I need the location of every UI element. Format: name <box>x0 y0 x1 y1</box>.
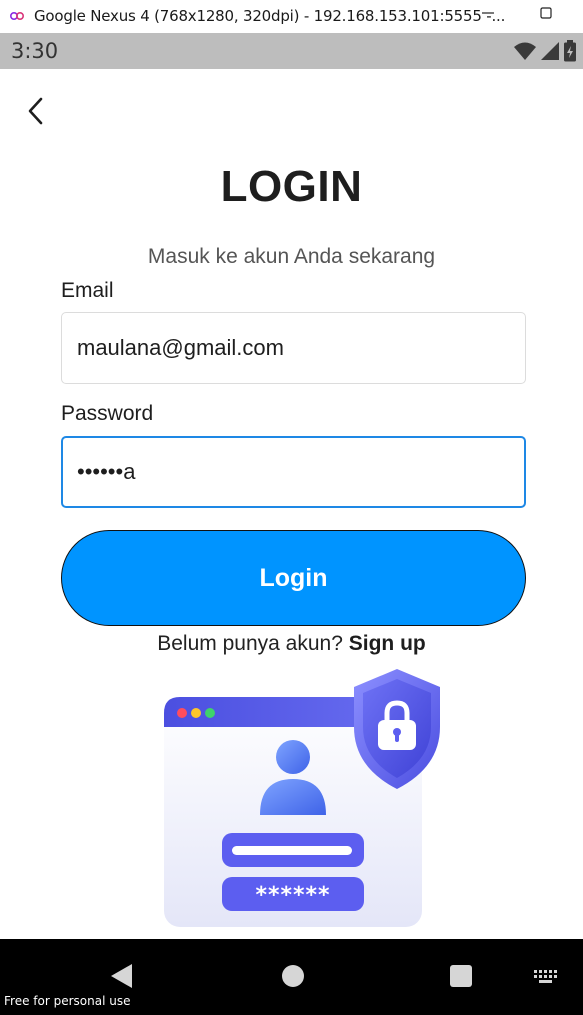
status-icons <box>513 40 577 67</box>
emulator-title-bar: Google Nexus 4 (768x1280, 320dpi) - 192.… <box>0 0 583 33</box>
email-value: maulana@gmail.com <box>77 335 284 360</box>
maximize-button[interactable] <box>528 2 564 28</box>
chevron-left-icon <box>26 97 44 130</box>
emulator-window-title: Google Nexus 4 (768x1280, 320dpi) - 192.… <box>34 7 506 25</box>
status-bar: 3:30 <box>0 33 583 69</box>
signup-link[interactable]: Sign up <box>349 632 426 655</box>
back-triangle-icon[interactable] <box>110 963 134 994</box>
login-illustration: ****** <box>160 665 450 933</box>
wifi-icon <box>513 41 537 66</box>
password-label: Password <box>61 402 154 425</box>
illustration-password-mask: ****** <box>255 883 330 908</box>
home-circle-icon[interactable] <box>282 965 304 987</box>
maximize-icon <box>539 6 553 25</box>
minimize-icon <box>481 6 495 25</box>
password-value: ••••••a <box>77 459 136 484</box>
signup-row: Belum punya akun? Sign up <box>0 632 583 656</box>
signal-icon <box>540 41 560 66</box>
login-button-label: Login <box>259 563 328 592</box>
status-time: 3:30 <box>11 39 59 63</box>
navigation-bar: Free for personal use <box>0 939 583 1015</box>
email-label: Email <box>61 279 114 302</box>
watermark-text: Free for personal use <box>4 994 131 1008</box>
back-button[interactable] <box>18 94 52 132</box>
signup-prompt: Belum punya akun? <box>157 632 343 655</box>
password-field[interactable]: ••••••a <box>61 436 526 508</box>
keyboard-icon[interactable] <box>533 969 559 990</box>
emulator-logo-icon <box>9 9 25 23</box>
recents-square-icon[interactable] <box>450 965 472 987</box>
battery-icon <box>563 40 577 67</box>
login-button[interactable]: Login <box>61 530 526 626</box>
email-field[interactable]: maulana@gmail.com <box>61 312 526 384</box>
page-subtitle: Masuk ke akun Anda sekarang <box>147 245 436 268</box>
page-title: LOGIN <box>220 162 363 211</box>
minimize-button[interactable] <box>470 2 506 28</box>
